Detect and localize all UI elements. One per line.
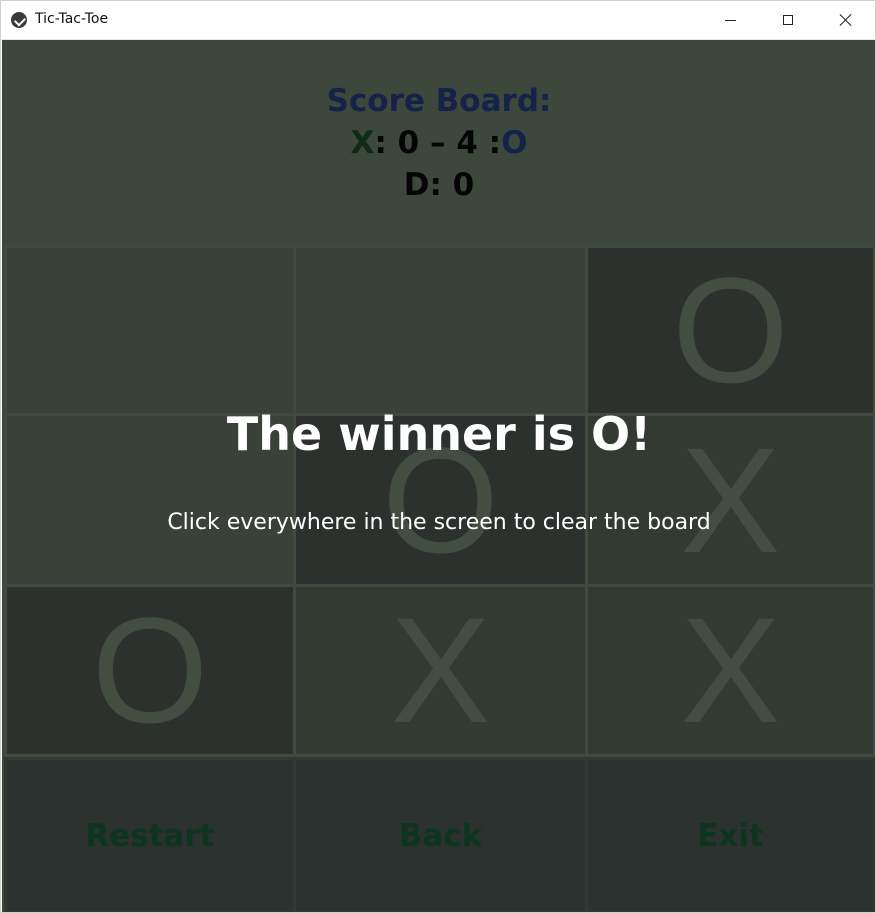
board-cell-1[interactable]	[4, 245, 296, 416]
score-board-title: Score Board:	[326, 83, 552, 119]
app-window: Tic-Tac-Toe Score Board: X: 0 – 4 :O D: …	[0, 0, 876, 913]
restart-button[interactable]: Restart	[4, 757, 296, 912]
board-cell-2[interactable]	[293, 245, 588, 416]
x-score: 0	[397, 125, 420, 161]
app-logo-icon	[11, 12, 27, 28]
close-icon	[839, 13, 853, 27]
o-score: 4	[456, 125, 478, 161]
draw-label: D	[403, 167, 430, 203]
clear-board-hint: Click everywhere in the screen to clear …	[167, 510, 711, 535]
draw-line: D: 0	[403, 167, 475, 203]
control-bar: Restart Back Exit	[4, 757, 875, 912]
game-board: O O X O X X	[4, 245, 875, 757]
board-cell-7[interactable]: O	[4, 584, 296, 757]
maximize-button[interactable]	[759, 1, 817, 39]
winner-message: The winner is O!	[226, 407, 652, 461]
exit-button[interactable]: Exit	[585, 757, 875, 912]
score-line: X: 0 – 4 :O	[350, 125, 528, 161]
game-area[interactable]: Score Board: X: 0 – 4 :O D: 0 O O X O X …	[2, 40, 875, 912]
player-o-label: O	[501, 125, 528, 161]
title-bar[interactable]: Tic-Tac-Toe	[1, 1, 875, 40]
close-button[interactable]	[817, 1, 875, 39]
minimize-button[interactable]	[701, 1, 759, 39]
score-board: Score Board: X: 0 – 4 :O D: 0	[2, 40, 875, 245]
player-x-label: X	[350, 125, 375, 161]
score-separator: –	[430, 125, 446, 161]
maximize-icon	[783, 15, 793, 25]
draw-score: 0	[452, 167, 475, 203]
board-cell-8[interactable]: X	[293, 584, 588, 757]
board-cell-3[interactable]: O	[585, 245, 875, 416]
minimize-icon	[724, 19, 736, 21]
board-cell-9[interactable]: X	[585, 584, 875, 757]
window-title: Tic-Tac-Toe	[35, 11, 109, 27]
back-button[interactable]: Back	[293, 757, 588, 912]
